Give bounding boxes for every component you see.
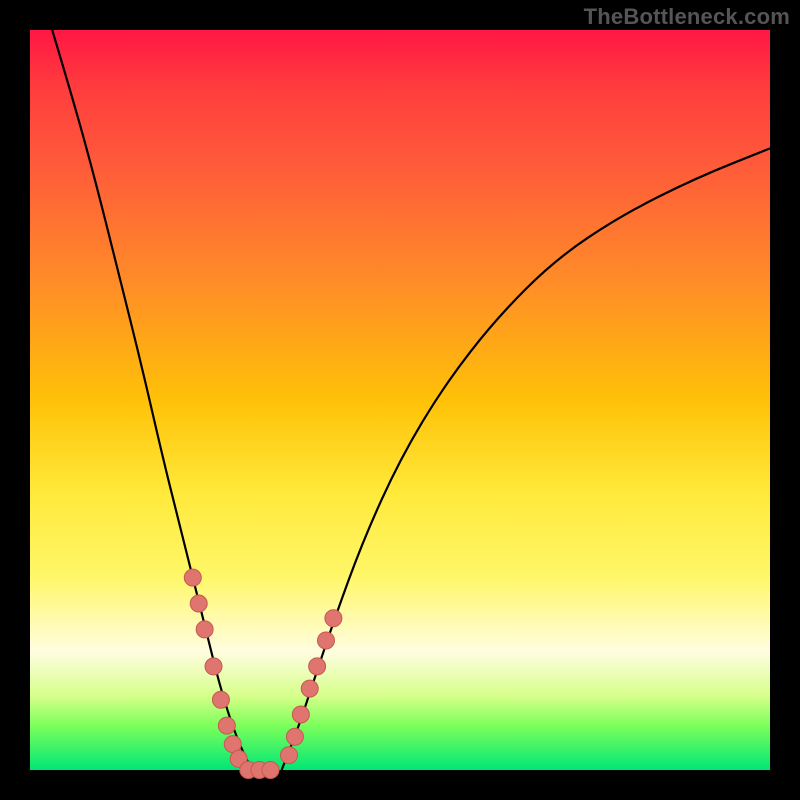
figure-frame: TheBottleneck.com xyxy=(0,0,800,800)
bead-marker xyxy=(325,610,342,627)
bead-marker xyxy=(212,691,229,708)
bead-marker xyxy=(292,706,309,723)
bead-marker xyxy=(309,658,326,675)
bead-marker xyxy=(184,569,201,586)
right-curve xyxy=(282,148,770,770)
bead-group xyxy=(184,569,342,778)
bead-marker xyxy=(301,680,318,697)
bead-marker xyxy=(318,632,335,649)
bead-marker xyxy=(286,728,303,745)
bead-marker xyxy=(218,717,235,734)
left-curve xyxy=(52,30,252,770)
bead-marker xyxy=(196,621,213,638)
bead-marker xyxy=(205,658,222,675)
plot-area xyxy=(30,30,770,770)
curve-svg xyxy=(30,30,770,770)
bead-marker xyxy=(281,747,298,764)
attribution-text: TheBottleneck.com xyxy=(584,4,790,30)
bead-marker xyxy=(190,595,207,612)
bead-marker xyxy=(262,762,279,779)
